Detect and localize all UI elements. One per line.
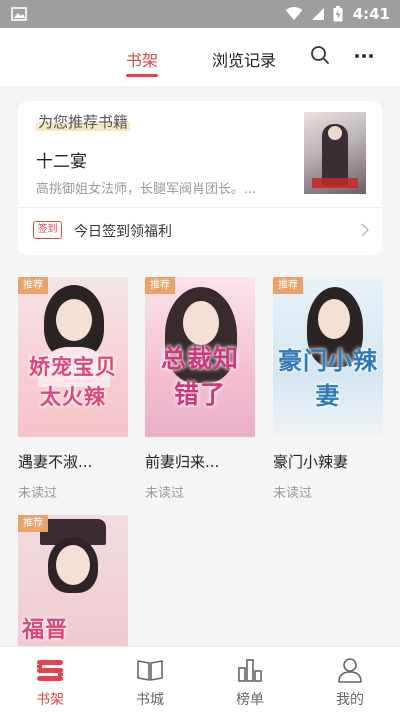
read-status: 未读过 [145, 486, 185, 501]
search-icon[interactable] [310, 45, 330, 65]
bottom-nav-label: 书架 [36, 692, 64, 708]
recommended-book-cover[interactable] [304, 112, 366, 194]
chevron-right-icon [361, 223, 369, 237]
status-bar: 4:41 [0, 0, 400, 28]
recommended-book-title[interactable]: 十二宴 [36, 147, 87, 172]
cover-title-art [312, 178, 358, 188]
book-title: 遇妻不淑... [18, 453, 93, 471]
recommendation-heading-text: 为您推荐书籍 [38, 113, 129, 131]
cover-title-text: 豪门小辣妻 [278, 347, 378, 410]
bottom-nav-bookshelf[interactable]: 书架 [0, 647, 100, 713]
cover-face [318, 299, 350, 339]
active-tab-indicator [126, 74, 159, 77]
signin-badge: 签到 [33, 221, 62, 239]
tab-bookshelf[interactable]: 书架 [126, 47, 159, 77]
cover-title-text: 总裁知错了 [160, 344, 239, 409]
recommendation-card: 为您推荐书籍 十二宴 高挑御姐女法师，长腿军阀肖团长。... 签到 今日签到领福… [18, 101, 382, 255]
bookshelf-item[interactable]: 推荐 福晋 [18, 515, 128, 646]
recommend-badge: 推荐 [145, 277, 175, 294]
bottom-nav-profile[interactable]: 我的 [300, 647, 400, 713]
bottom-navigation: 书架 书城 榜单 我的 [0, 646, 400, 713]
tab-browsing-history[interactable]: 浏览记录 [212, 47, 276, 71]
bottom-nav-label: 我的 [336, 692, 364, 708]
bottom-nav-label: 榜单 [236, 692, 264, 708]
bookshelf-item[interactable]: 推荐 豪门小辣妻 豪门小辣妻 未读过 [273, 277, 383, 501]
cover-face [56, 299, 92, 341]
recommendation-heading: 为您推荐书籍 [36, 111, 131, 131]
person-icon [338, 658, 362, 683]
signal-icon [311, 8, 324, 20]
cover-title-text: 福晋 [22, 618, 69, 643]
top-navigation: 书架 浏览记录 [0, 28, 400, 86]
bottom-nav-bookstore[interactable]: 书城 [100, 647, 200, 713]
ranking-icon [238, 659, 262, 682]
tab-history-label: 浏览记录 [212, 51, 277, 70]
recommend-badge: 推荐 [18, 277, 48, 294]
signin-text: 今日签到领福利 [74, 224, 172, 240]
book-title: 前妻归来... [145, 453, 220, 471]
cover-face [328, 126, 342, 140]
bottom-nav-ranking[interactable]: 榜单 [200, 647, 300, 713]
gallery-notification-icon [11, 7, 27, 21]
book-cover[interactable]: 推荐 福晋 [18, 515, 128, 646]
bottom-nav-label: 书城 [136, 692, 164, 708]
bookshelf-item[interactable]: 推荐 总裁知错了 前妻归来... 未读过 [145, 277, 255, 501]
bookshelf-item[interactable]: 推荐 娇宠宝贝太火辣 遇妻不淑... 未读过 [18, 277, 128, 501]
book-title: 豪门小辣妻 [273, 453, 349, 471]
divider [18, 207, 382, 208]
wifi-icon [285, 7, 303, 20]
bookshelf-icon [37, 660, 63, 681]
read-status: 未读过 [273, 486, 313, 501]
more-options-icon[interactable] [355, 54, 373, 58]
recommend-badge: 推荐 [273, 277, 303, 294]
recommended-book-description: 高挑御姐女法师，长腿军阀肖团长。... [36, 182, 257, 197]
recommend-badge: 推荐 [18, 515, 48, 532]
battery-charging-icon [333, 6, 343, 22]
book-cover[interactable]: 推荐 豪门小辣妻 [273, 277, 383, 437]
tab-bookshelf-label: 书架 [126, 51, 159, 70]
clock-time: 4:41 [352, 5, 390, 23]
read-status: 未读过 [18, 486, 58, 501]
open-book-icon [137, 660, 163, 681]
book-cover[interactable]: 推荐 总裁知错了 [145, 277, 255, 437]
cover-title-text: 娇宠宝贝太火辣 [29, 355, 117, 409]
cover-face [56, 545, 90, 585]
book-cover[interactable]: 推荐 娇宠宝贝太火辣 [18, 277, 128, 437]
